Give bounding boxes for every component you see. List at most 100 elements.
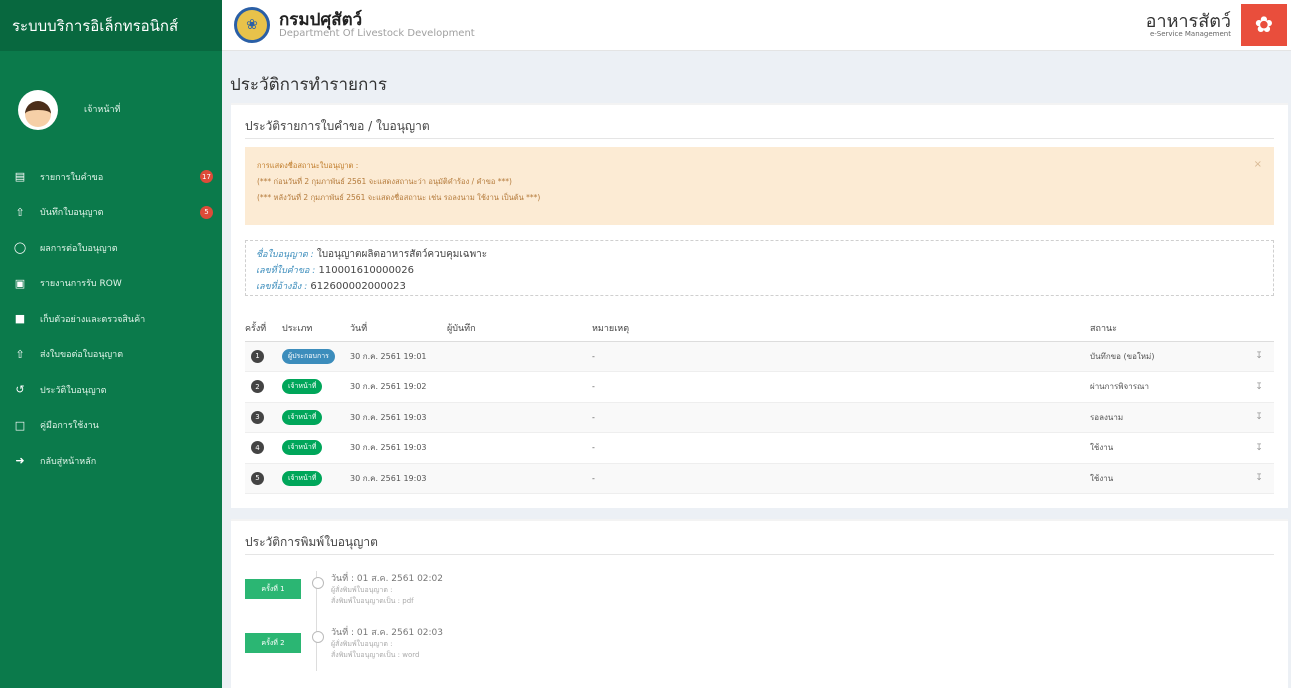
column-header: ผู้บันทึก (447, 315, 592, 342)
user-panel: เจ้าหน้าที่ (0, 51, 222, 151)
ref-no-value: 612600002000023 (310, 281, 406, 292)
comment-icon: ◯ (13, 241, 27, 255)
notice-line: (*** หลังวันที่ 2 กุมภาพันธ์ 2561 จะแสดง… (257, 193, 541, 202)
row-number: 3 (251, 410, 264, 424)
download-icon[interactable]: ↧ (1244, 432, 1274, 464)
timeline-dot (312, 631, 324, 643)
sidebar-item-label: รายงานการรับ ROW (40, 279, 122, 290)
app-subtitle: e-Service Management (1149, 30, 1231, 38)
table-row: 1 ผู้ประกอบการ 30 ก.ค. 2561 19:01 - บันท… (245, 341, 1274, 372)
sidebar-item-manual[interactable]: □ คู่มือการใช้งาน (0, 408, 222, 444)
print-date: วันที่ : 01 ส.ค. 2561 02:02 (331, 574, 444, 584)
type-tag: เจ้าหน้าที่ (282, 470, 323, 486)
sidebar-item-sampling[interactable]: ■ เก็บตัวอย่างและตรวจสินค้า (0, 301, 222, 337)
row-recorder (447, 341, 592, 372)
top-header: ❀ กรมปศุสัตว์ Department Of Livestock De… (222, 0, 1291, 51)
row-date: 30 ก.ค. 2561 19:03 (350, 432, 447, 464)
row-note: - (592, 371, 1090, 403)
download-icon[interactable]: ↧ (1244, 371, 1274, 403)
table-header-row: ครั้งที่ ประเภท วันที่ ผู้บันทึก หมายเหต… (245, 315, 1274, 342)
table-row: 2 เจ้าหน้าที่ 30 ก.ค. 2561 19:02 - ผ่านก… (245, 371, 1274, 403)
type-tag: เจ้าหน้าที่ (282, 379, 323, 395)
sidebar-item-requests[interactable]: ▤ รายการใบคำขอ 17 (0, 159, 222, 195)
type-tag: ผู้ประกอบการ (282, 348, 335, 364)
department-subtitle: Department Of Livestock Development (279, 28, 475, 39)
row-date: 30 ก.ค. 2561 19:01 (350, 341, 447, 372)
request-no-value: 110001610000026 (318, 265, 414, 276)
print-round-button[interactable]: ครั้งที่ 2 (245, 633, 301, 653)
table-row: 5 เจ้าหน้าที่ 30 ก.ค. 2561 19:03 - ใช้งา… (245, 463, 1274, 494)
sidebar-item-label: ประวัติใบอนุญาต (40, 385, 107, 396)
avatar (18, 90, 58, 130)
row-date: 30 ก.ค. 2561 19:02 (350, 371, 447, 403)
panel-title: ประวัติการพิมพ์ใบอนุญาต (245, 535, 378, 549)
upload-icon: ⇧ (15, 347, 25, 361)
row-number: 4 (251, 441, 264, 455)
sidebar-item-record-license[interactable]: ⇧ บันทึกใบอนุญาต 5 (0, 195, 222, 231)
request-no-label: เลขที่ใบคำขอ : (256, 266, 316, 276)
box-icon: ■ (14, 312, 26, 326)
sidebar-item-renewal-results[interactable]: ◯ ผลการต่อใบอนุญาต (0, 230, 222, 266)
row-status: รอลงนาม (1090, 402, 1244, 433)
panel-title: ประวัติรายการใบคำขอ / ใบอนุญาต (245, 119, 430, 133)
pdf-icon: □ (14, 418, 26, 432)
sidebar-menu: ▤ รายการใบคำขอ 17 ⇧ บันทึกใบอนุญาต 5 ◯ ผ… (0, 159, 222, 479)
count-badge: 17 (200, 170, 213, 183)
row-note: - (592, 341, 1090, 372)
signout-icon: ➜ (15, 454, 25, 468)
row-status: บันทึกขอ (ขอใหม่) (1090, 341, 1244, 372)
print-round-button[interactable]: ครั้งที่ 1 (245, 579, 301, 599)
table-row: 4 เจ้าหน้าที่ 30 ก.ค. 2561 19:03 - ใช้งา… (245, 432, 1274, 464)
sidebar-item-license-history[interactable]: ↺ ประวัติใบอนุญาต (0, 372, 222, 408)
table-row: 3 เจ้าหน้าที่ 30 ก.ค. 2561 19:03 - รอลงน… (245, 402, 1274, 433)
download-icon[interactable]: ↧ (1244, 341, 1274, 372)
row-note: - (592, 402, 1090, 433)
cart-icon: ▣ (14, 276, 26, 290)
row-status: ใช้งาน (1090, 463, 1244, 494)
row-note: - (592, 432, 1090, 464)
print-format: สั่งพิมพ์ใบอนุญาตเป็น : pdf (331, 597, 414, 605)
row-recorder (447, 432, 592, 464)
divider (245, 554, 1274, 555)
row-number: 2 (251, 380, 264, 394)
divider (245, 138, 1274, 139)
sidebar-item-label: ส่งใบขอต่อใบอนุญาต (40, 350, 124, 361)
sidebar: ระบบบริการอิเล็กทรอนิกส์ เจ้าหน้าที่ ▤ ร… (0, 0, 222, 688)
close-icon[interactable]: × (1254, 157, 1262, 173)
column-header (1244, 315, 1274, 342)
license-info: ชื่อใบอนุญาต : ใบอนุญาตผลิตอาหารสัตว์ควบ… (245, 240, 1274, 296)
column-header: ครั้งที่ (245, 315, 282, 342)
document-icon: ▤ (14, 170, 26, 184)
sidebar-item-submit-renewal[interactable]: ⇧ ส่งใบขอต่อใบอนุญาต (0, 337, 222, 373)
department-logo-icon: ❀ (234, 7, 270, 43)
notice-title: การแสดงชื่อสถานะใบอนุญาต : (257, 161, 359, 170)
row-number: 5 (251, 471, 264, 485)
sidebar-item-row-report[interactable]: ▣ รายงานการรับ ROW (0, 266, 222, 302)
sidebar-item-label: รายการใบคำขอ (40, 172, 104, 183)
print-format: สั่งพิมพ์ใบอนุญาตเป็น : word (331, 651, 420, 659)
download-icon[interactable]: ↧ (1244, 463, 1274, 494)
notice-line: (*** ก่อนวันที่ 2 กุมภาพันธ์ 2561 จะแสดง… (257, 177, 512, 186)
column-header: สถานะ (1090, 315, 1244, 342)
column-header: ประเภท (282, 315, 350, 342)
printer-label: ผู้สั่งพิมพ์ใบอนุญาต : (331, 586, 393, 594)
sidebar-item-label: ผลการต่อใบอนุญาต (40, 243, 118, 254)
license-name-label: ชื่อใบอนุญาต : (256, 250, 314, 260)
history-icon: ↺ (15, 383, 25, 397)
page-title: ประวัติการทำรายการ (230, 75, 387, 95)
download-icon[interactable]: ↧ (1244, 402, 1274, 433)
row-recorder (447, 371, 592, 403)
license-name-value: ใบอนุญาตผลิตอาหารสัตว์ควบคุมเฉพาะ (316, 249, 488, 260)
paw-icon[interactable]: ✿ (1241, 4, 1287, 46)
printer-label: ผู้สั่งพิมพ์ใบอนุญาต : (331, 640, 393, 648)
history-table: ครั้งที่ ประเภท วันที่ ผู้บันทึก หมายเหต… (245, 315, 1274, 494)
sidebar-brand[interactable]: ระบบบริการอิเล็กทรอนิกส์ (0, 0, 222, 51)
sidebar-item-label: กลับสู่หน้าหลัก (40, 456, 97, 467)
sidebar-item-home[interactable]: ➜ กลับสู่หน้าหลัก (0, 443, 222, 479)
status-notice: การแสดงชื่อสถานะใบอนุญาต : (*** ก่อนวันท… (245, 147, 1274, 225)
row-date: 30 ก.ค. 2561 19:03 (350, 402, 447, 433)
column-header: วันที่ (350, 315, 447, 342)
sidebar-item-label: คู่มือการใช้งาน (40, 421, 99, 432)
row-status: ใช้งาน (1090, 432, 1244, 464)
timeline-dot (312, 577, 324, 589)
